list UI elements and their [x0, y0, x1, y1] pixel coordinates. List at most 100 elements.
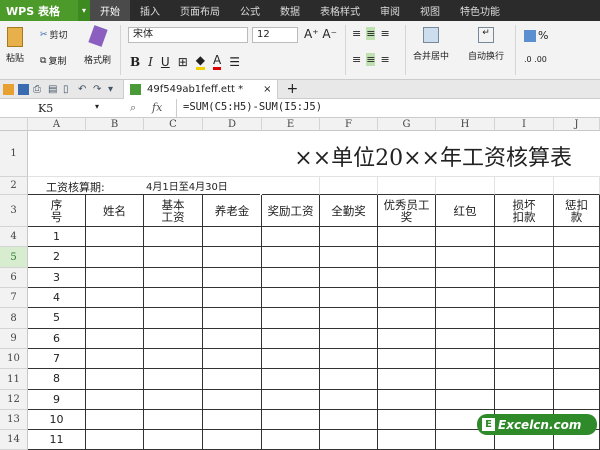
column-header[interactable]: B: [86, 118, 144, 131]
cell[interactable]: [436, 349, 495, 369]
cell[interactable]: [495, 177, 554, 195]
menu-tab[interactable]: 公式: [230, 0, 270, 21]
column-title[interactable]: 序 号: [28, 195, 86, 227]
cell[interactable]: [144, 247, 203, 268]
zoom-search-icon[interactable]: ⌕: [130, 101, 136, 115]
menu-tab[interactable]: 插入: [130, 0, 170, 21]
column-header[interactable]: I: [495, 118, 554, 131]
copy-button[interactable]: ⧉ 复制: [40, 54, 66, 68]
cell[interactable]: [86, 247, 144, 268]
menu-tab[interactable]: 特色功能: [450, 0, 510, 21]
column-title[interactable]: 全勤奖: [320, 195, 378, 227]
row-header[interactable]: 9: [0, 329, 28, 349]
period-value[interactable]: 4月1日至4月30日: [144, 177, 260, 195]
cell[interactable]: [203, 268, 262, 288]
cell[interactable]: [554, 268, 600, 288]
cell[interactable]: [144, 349, 203, 369]
column-header[interactable]: G: [378, 118, 436, 131]
cell[interactable]: [378, 369, 436, 390]
row-header[interactable]: 3: [0, 195, 28, 227]
wrap-text-button[interactable]: ↵ 自动换行: [468, 27, 504, 62]
cell[interactable]: [262, 227, 320, 247]
bold-button[interactable]: B: [130, 55, 140, 69]
cell[interactable]: [436, 369, 495, 390]
cell[interactable]: [554, 349, 600, 369]
serial-number[interactable]: 9: [28, 390, 86, 410]
select-all-corner[interactable]: [0, 118, 28, 131]
cell[interactable]: [436, 177, 495, 195]
cell[interactable]: [144, 308, 203, 329]
cell[interactable]: [436, 329, 495, 349]
dropdown-icon[interactable]: ▾: [108, 84, 119, 95]
cell[interactable]: [495, 268, 554, 288]
cell[interactable]: [203, 308, 262, 329]
new-tab-button[interactable]: +: [286, 81, 298, 97]
font-name-select[interactable]: 宋体: [128, 27, 248, 43]
cell[interactable]: [378, 430, 436, 450]
cell[interactable]: [378, 288, 436, 308]
app-menu-dropdown[interactable]: ▾: [78, 0, 90, 21]
column-title[interactable]: 惩扣 款: [554, 195, 600, 227]
column-title[interactable]: 优秀员工 奖: [378, 195, 436, 227]
serial-number[interactable]: 3: [28, 268, 86, 288]
document-tab[interactable]: 49f549ab1feff.ett * ×: [123, 79, 279, 99]
cell[interactable]: [86, 410, 144, 430]
cell[interactable]: [554, 288, 600, 308]
cell[interactable]: [144, 288, 203, 308]
column-title[interactable]: 损坏 扣款: [495, 195, 554, 227]
open-icon[interactable]: [3, 83, 14, 95]
column-title[interactable]: 奖励工资: [262, 195, 320, 227]
menu-tab[interactable]: 审阅: [370, 0, 410, 21]
row-header[interactable]: 6: [0, 268, 28, 288]
column-header[interactable]: C: [144, 118, 203, 131]
serial-number[interactable]: 8: [28, 369, 86, 390]
cell[interactable]: [554, 227, 600, 247]
cell[interactable]: [495, 288, 554, 308]
cell[interactable]: [262, 288, 320, 308]
cell[interactable]: [144, 227, 203, 247]
cell[interactable]: [86, 349, 144, 369]
cell[interactable]: [203, 349, 262, 369]
column-title[interactable]: 红包: [436, 195, 495, 227]
cell[interactable]: [378, 349, 436, 369]
cell[interactable]: [262, 268, 320, 288]
cell[interactable]: [378, 227, 436, 247]
cell[interactable]: [203, 227, 262, 247]
cell[interactable]: [86, 430, 144, 450]
cell[interactable]: [262, 349, 320, 369]
row-header[interactable]: 11: [0, 369, 28, 390]
cell[interactable]: [86, 288, 144, 308]
cell[interactable]: [86, 329, 144, 349]
row-header[interactable]: 2: [0, 177, 28, 195]
font-size-select[interactable]: 12: [252, 27, 298, 43]
cell[interactable]: [144, 329, 203, 349]
serial-number[interactable]: 1: [28, 227, 86, 247]
cell[interactable]: [554, 390, 600, 410]
row-header[interactable]: 14: [0, 430, 28, 450]
menu-tab[interactable]: 视图: [410, 0, 450, 21]
cell[interactable]: [495, 390, 554, 410]
serial-number[interactable]: 4: [28, 288, 86, 308]
cell[interactable]: [320, 288, 378, 308]
cell[interactable]: [495, 247, 554, 268]
serial-number[interactable]: 2: [28, 247, 86, 268]
undo-icon[interactable]: ↶: [78, 84, 89, 95]
cell[interactable]: [554, 369, 600, 390]
percent-button[interactable]: %: [524, 29, 548, 42]
insert-function-button[interactable]: fx: [152, 101, 162, 114]
cell[interactable]: [495, 308, 554, 329]
cell[interactable]: [436, 268, 495, 288]
period-label[interactable]: 工资核算期:: [28, 177, 144, 195]
cell[interactable]: [86, 308, 144, 329]
print-preview-icon[interactable]: ▤: [48, 84, 59, 95]
cell[interactable]: [203, 288, 262, 308]
cut-button[interactable]: ✂ 剪切: [40, 28, 68, 42]
cell[interactable]: [262, 369, 320, 390]
cell[interactable]: [262, 390, 320, 410]
serial-number[interactable]: 5: [28, 308, 86, 329]
column-title[interactable]: 姓名: [86, 195, 144, 227]
cell[interactable]: [86, 268, 144, 288]
cell[interactable]: [203, 329, 262, 349]
border-icon[interactable]: ⊞: [178, 55, 188, 69]
row-header[interactable]: 5: [0, 247, 28, 268]
